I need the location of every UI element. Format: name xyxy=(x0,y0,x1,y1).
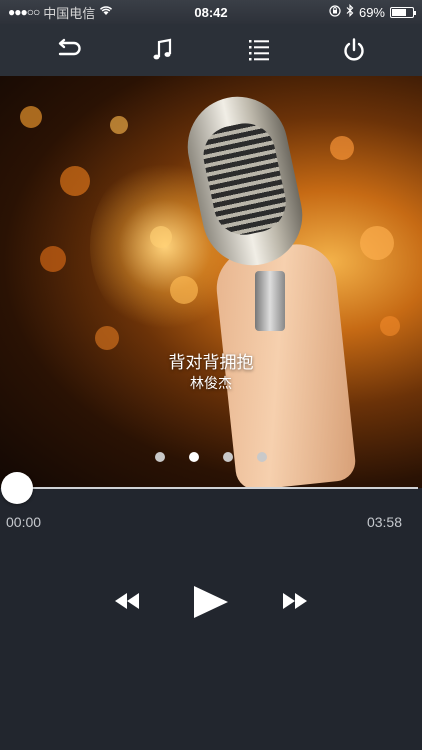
bluetooth-icon xyxy=(346,4,354,20)
progress-bar[interactable] xyxy=(0,472,422,504)
battery-icon xyxy=(390,6,416,18)
fast-forward-icon xyxy=(283,593,307,609)
bokeh-light xyxy=(170,276,198,304)
microphone-grill xyxy=(197,117,292,241)
playlist-button[interactable] xyxy=(237,28,281,72)
bokeh-light xyxy=(110,116,128,134)
page-dot[interactable] xyxy=(223,452,233,462)
back-button[interactable] xyxy=(46,28,90,72)
power-button[interactable] xyxy=(332,28,376,72)
page-indicator[interactable] xyxy=(0,452,422,464)
top-toolbar xyxy=(0,24,422,76)
total-time: 03:58 xyxy=(366,514,402,530)
bokeh-light xyxy=(330,136,354,160)
album-artwork[interactable]: 背对背拥抱 林俊杰 xyxy=(0,76,422,488)
fast-forward-button[interactable] xyxy=(280,590,310,612)
play-button[interactable] xyxy=(190,582,230,622)
song-artist: 林俊杰 xyxy=(190,375,232,391)
music-button[interactable] xyxy=(141,28,185,72)
page-dot[interactable] xyxy=(257,452,267,462)
play-icon xyxy=(194,586,228,618)
mic-neck xyxy=(255,271,285,331)
rewind-icon xyxy=(115,593,139,609)
page-dot[interactable] xyxy=(189,452,199,462)
status-right: 69% xyxy=(329,4,416,20)
bokeh-light xyxy=(360,226,394,260)
progress-knob[interactable] xyxy=(1,472,33,504)
bokeh-light xyxy=(95,326,119,350)
battery-percent: 69% xyxy=(358,4,385,20)
bokeh-light xyxy=(380,316,400,336)
music-player-screen: ●●●○○ 中国电信 08:42 69% 背对背拥抱 林俊杰 00:00 03:… xyxy=(0,0,422,750)
bokeh-light xyxy=(60,166,90,196)
music-note-icon xyxy=(153,38,172,60)
rewind-button[interactable] xyxy=(112,590,142,612)
signal-strength: ●●●○○ xyxy=(8,5,40,19)
bokeh-light xyxy=(20,106,42,128)
playback-controls xyxy=(0,580,422,624)
progress-track[interactable] xyxy=(16,487,418,489)
wifi-icon xyxy=(99,5,113,19)
rotation-lock-icon xyxy=(329,4,341,20)
playlist-icon xyxy=(248,40,269,61)
power-icon xyxy=(344,38,364,61)
bokeh-light xyxy=(150,226,172,248)
song-title: 背对背拥抱 xyxy=(168,353,254,372)
status-bar: ●●●○○ 中国电信 08:42 69% xyxy=(0,0,422,24)
status-left: ●●●○○ 中国电信 xyxy=(8,3,113,22)
page-dot[interactable] xyxy=(155,452,165,462)
elapsed-time: 00:00 xyxy=(6,514,42,530)
back-icon xyxy=(58,38,81,56)
bokeh-light xyxy=(40,246,66,272)
carrier-name: 中国电信 xyxy=(43,5,96,21)
